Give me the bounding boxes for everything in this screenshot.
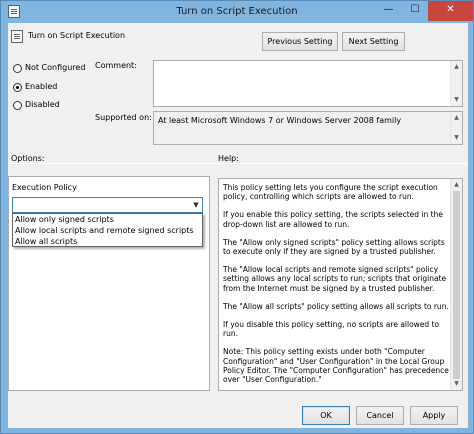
supported-on-label: Supported on: — [95, 113, 152, 122]
scroll-up-icon[interactable]: ▲ — [452, 180, 461, 190]
maximize-button[interactable]: ☐ — [402, 1, 428, 21]
comment-label: Comment: — [95, 61, 137, 70]
execution-policy-label: Execution Policy — [12, 183, 77, 192]
scroll-up-icon[interactable]: ▲ — [452, 113, 461, 123]
help-paragraph: The "Allow all scripts" policy setting a… — [223, 301, 449, 311]
chevron-down-icon[interactable]: ▼ — [192, 201, 200, 209]
scroll-thumb[interactable] — [453, 191, 460, 379]
execution-policy-select[interactable]: ▼ — [12, 197, 203, 213]
supported-scrollbar[interactable]: ▲ ▼ — [450, 112, 462, 144]
help-panel: This policy setting lets you configure t… — [218, 178, 463, 391]
dropdown-option[interactable]: Allow only signed scripts — [13, 214, 202, 225]
radio-button[interactable] — [13, 64, 22, 73]
help-paragraph: The "Allow only signed scripts" policy s… — [223, 237, 445, 257]
help-scrollbar[interactable]: ▲ ▼ — [450, 179, 462, 390]
apply-button[interactable]: Apply — [410, 406, 458, 425]
next-setting-button[interactable]: Next Setting — [342, 32, 405, 51]
comment-scrollbar[interactable]: ▲ ▼ — [450, 61, 462, 106]
radio-button[interactable] — [13, 83, 22, 92]
radio-button[interactable] — [13, 101, 22, 110]
supported-on-value: At least Microsoft Windows 7 or Windows … — [158, 116, 402, 125]
help-paragraph: This policy setting lets you configure t… — [223, 183, 438, 202]
ok-button[interactable]: OK — [302, 406, 350, 425]
cancel-button[interactable]: Cancel — [356, 406, 404, 425]
scroll-up-icon[interactable]: ▲ — [452, 62, 461, 72]
dropdown-option[interactable]: Allow local scripts and remote signed sc… — [13, 225, 202, 236]
dialog-window: Turn on Script Execution — ☐ ✕ Turn on S… — [0, 0, 474, 434]
radio-label: Not Configured — [25, 63, 86, 72]
policy-name: Turn on Script Execution — [28, 31, 126, 40]
options-header: Options: — [11, 154, 45, 163]
dialog-content: Turn on Script Execution Previous Settin… — [8, 23, 468, 428]
help-header: Help: — [218, 154, 239, 163]
radio-label: Enabled — [25, 82, 58, 91]
scroll-down-icon[interactable]: ▼ — [452, 133, 461, 143]
help-paragraph: The "Allow local scripts and remote sign… — [223, 265, 447, 293]
help-paragraph: Note: This policy setting exists under b… — [223, 347, 449, 385]
close-button[interactable]: ✕ — [428, 1, 473, 21]
section-divider — [8, 163, 468, 164]
scroll-down-icon[interactable]: ▼ — [452, 379, 461, 389]
title-bar[interactable]: Turn on Script Execution — ☐ ✕ — [1, 1, 473, 23]
help-text: This policy setting lets you configure t… — [223, 183, 449, 390]
dropdown-option[interactable]: Allow all scripts — [13, 236, 202, 247]
policy-document-icon — [11, 30, 23, 43]
previous-setting-button[interactable]: Previous Setting — [262, 32, 338, 51]
help-paragraph: If you enable this policy setting, the s… — [223, 210, 443, 229]
execution-policy-dropdown: Allow only signed scripts Allow local sc… — [12, 213, 203, 247]
help-paragraph: If you disable this policy setting, no s… — [223, 320, 440, 339]
radio-label: Disabled — [25, 100, 60, 109]
supported-on-field: At least Microsoft Windows 7 or Windows … — [153, 111, 463, 145]
scroll-down-icon[interactable]: ▼ — [452, 95, 461, 105]
minimize-button[interactable]: — — [375, 1, 402, 21]
comment-field[interactable]: ▲ ▼ — [153, 60, 463, 107]
